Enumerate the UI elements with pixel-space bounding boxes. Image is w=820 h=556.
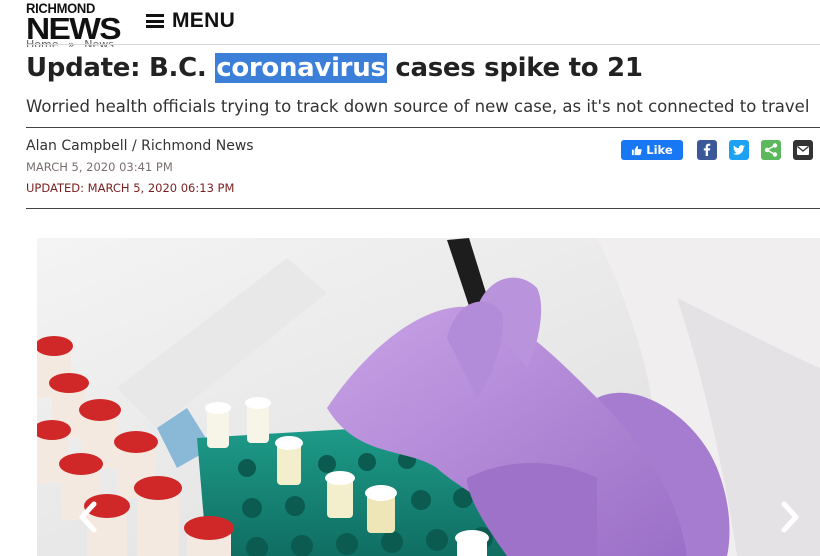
title-highlighted-word: coronavirus bbox=[215, 53, 387, 83]
twitter-icon[interactable] bbox=[729, 140, 749, 160]
chevron-right-icon bbox=[781, 501, 799, 533]
facebook-like-button[interactable]: Like bbox=[621, 140, 683, 160]
article-author[interactable]: Alan Campbell / Richmond News bbox=[26, 138, 254, 154]
article-title: Update: B.C. coronavirus cases spike to … bbox=[26, 53, 643, 83]
menu-button[interactable]: MENU bbox=[146, 7, 235, 35]
share-icon[interactable] bbox=[761, 140, 781, 160]
updated-date: UPDATED: MARCH 5, 2020 06:13 PM bbox=[26, 181, 235, 195]
breadcrumb-home[interactable]: Home bbox=[26, 38, 58, 47]
like-label: Like bbox=[646, 143, 673, 157]
site-logo[interactable]: RICHMOND NEWS bbox=[26, 2, 130, 44]
divider-bottom bbox=[26, 208, 820, 209]
carousel-next-button[interactable] bbox=[774, 500, 804, 534]
facebook-icon[interactable] bbox=[697, 140, 717, 160]
title-part-2: cases spike to 21 bbox=[386, 53, 643, 83]
breadcrumb: Home » News bbox=[26, 38, 120, 47]
share-bar: Like bbox=[621, 140, 813, 160]
breadcrumb-separator: » bbox=[67, 38, 75, 47]
carousel-prev-button[interactable] bbox=[74, 500, 104, 534]
chevron-left-icon bbox=[79, 501, 97, 533]
published-date: MARCH 5, 2020 03:41 PM bbox=[26, 160, 173, 174]
article-photo[interactable] bbox=[37, 238, 820, 556]
hamburger-icon bbox=[146, 14, 164, 28]
menu-label: MENU bbox=[172, 9, 236, 32]
breadcrumb-section[interactable]: News bbox=[84, 38, 114, 47]
thumbs-up-icon bbox=[632, 145, 642, 155]
lab-photo-illustration bbox=[37, 238, 820, 556]
title-part-1: Update: B.C. bbox=[26, 53, 216, 83]
article-subtitle: Worried health officials trying to track… bbox=[26, 97, 810, 116]
divider-top bbox=[26, 127, 820, 128]
header-divider bbox=[26, 44, 820, 45]
email-icon[interactable] bbox=[793, 140, 813, 160]
site-header: RICHMOND NEWS MENU bbox=[0, 0, 820, 44]
